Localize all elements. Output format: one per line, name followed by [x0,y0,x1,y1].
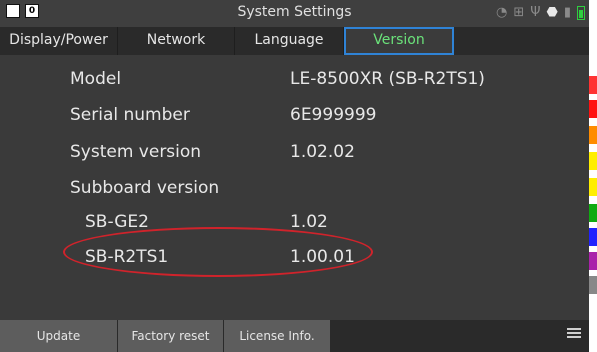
subboard-ge2-value: 1.02 [290,212,328,232]
wifi-icon: ◔ [496,5,508,20]
system-version-value: 1.02.02 [290,142,355,162]
battery-icon [577,5,585,20]
tab-language[interactable]: Language [235,27,344,55]
factory-reset-button[interactable]: Factory reset [118,320,224,352]
model-value: LE-8500XR (SB-R2TS1) [290,69,485,89]
subboard-row: Subboard version [0,171,589,207]
title-bar: 0 System Settings ◔ ⊞ Ψ ⬣ ▮ [0,0,589,28]
subboard-label: Subboard version [70,178,220,198]
sd-card-icon: ▮ [563,5,571,20]
update-button[interactable]: Update [0,320,118,352]
tab-display-power[interactable]: Display/Power [0,27,118,55]
status-icons: ◔ ⊞ Ψ ⬣ ▮ [496,5,585,20]
highlight-ellipse [63,227,373,277]
bottom-bar: Update Factory reset License Info. [0,320,589,352]
system-version-row: System version 1.02.02 [0,135,589,171]
tab-network[interactable]: Network [118,27,235,55]
usb-drive-icon: ⬣ [546,5,558,20]
menu-icon[interactable] [567,328,581,342]
model-row: Model LE-8500XR (SB-R2TS1) [0,62,589,98]
color-strip [589,0,597,352]
system-version-label: System version [70,142,202,162]
tab-version[interactable]: Version [344,27,454,55]
serial-row: Serial number 6E999999 [0,98,589,134]
network-icon: ⊞ [513,5,525,20]
license-info-button[interactable]: License Info. [224,320,331,352]
tab-bar: Display/Power Network Language Version [0,27,589,55]
serial-value: 6E999999 [290,105,377,125]
usb-icon: Ψ [530,5,541,20]
serial-label: Serial number [70,105,190,125]
settings-screen: 0 System Settings ◔ ⊞ Ψ ⬣ ▮ Display/Powe… [0,0,589,352]
subboard-ge2-label: SB-GE2 [85,212,149,232]
model-label: Model [70,69,122,89]
